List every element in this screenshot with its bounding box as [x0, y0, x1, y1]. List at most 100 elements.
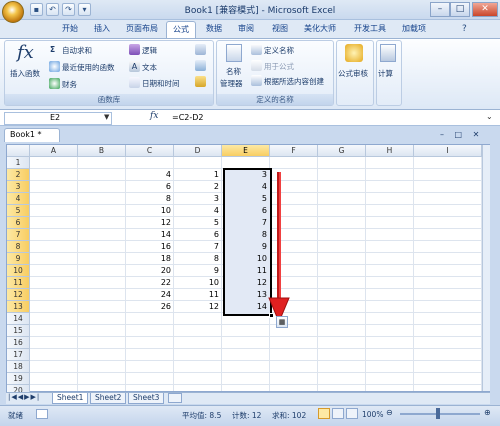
column-header-f[interactable]: F [270, 145, 318, 157]
row-header-2[interactable]: 2 [7, 169, 30, 181]
row-header-1[interactable]: 1 [7, 157, 30, 169]
financial-button[interactable]: 财务 [62, 79, 77, 90]
name-manager-icon[interactable] [226, 44, 242, 62]
create-from-selection-button[interactable]: 根据所选内容创建 [264, 76, 324, 87]
new-sheet-icon[interactable] [168, 393, 182, 403]
row-header-10[interactable]: 10 [7, 265, 30, 277]
cell-d2[interactable]: 1 [174, 169, 219, 181]
name-box-dropdown-icon[interactable]: ▼ [104, 113, 109, 121]
cell-d10[interactable]: 9 [174, 265, 219, 277]
cell-c5[interactable]: 10 [126, 205, 171, 217]
formula-audit-button[interactable]: 公式审核 [338, 68, 368, 79]
column-header-c[interactable]: C [126, 145, 174, 157]
macro-record-icon[interactable] [36, 409, 48, 419]
cell-c11[interactable]: 22 [126, 277, 171, 289]
define-name-button[interactable]: 定义名称 [264, 45, 294, 56]
cell-c3[interactable]: 6 [126, 181, 171, 193]
cell-d7[interactable]: 6 [174, 229, 219, 241]
row-header-19[interactable]: 19 [7, 373, 30, 385]
expand-formula-bar-icon[interactable]: ⌄ [486, 112, 493, 121]
logical-button[interactable]: 逻辑 [142, 45, 157, 56]
undo-icon[interactable]: ↶ [46, 3, 59, 16]
column-header-a[interactable]: A [30, 145, 78, 157]
select-all-corner[interactable] [7, 145, 30, 157]
row-header-16[interactable]: 16 [7, 337, 30, 349]
column-header-h[interactable]: H [366, 145, 414, 157]
tab-data[interactable]: 数据 [200, 21, 228, 38]
office-button[interactable] [2, 1, 24, 23]
tab-formulas[interactable]: 公式 [166, 21, 196, 38]
cell-c12[interactable]: 24 [126, 289, 171, 301]
cell-d5[interactable]: 4 [174, 205, 219, 217]
formula-audit-icon[interactable] [345, 44, 363, 62]
use-in-formula-button[interactable]: 用于公式 [264, 61, 294, 72]
normal-view-icon[interactable] [318, 408, 330, 419]
row-header-6[interactable]: 6 [7, 217, 30, 229]
zoom-in-icon[interactable]: ⊕ [484, 408, 491, 417]
workbook-window-controls[interactable]: – □ ✕ [440, 130, 483, 139]
tab-developer[interactable]: 开发工具 [348, 21, 392, 38]
more-functions-icon[interactable] [195, 76, 206, 87]
minimize-button[interactable]: – [430, 2, 450, 17]
sheet-tab-sheet1[interactable]: Sheet1 [52, 393, 89, 404]
row-header-3[interactable]: 3 [7, 181, 30, 193]
auto-fill-options-icon[interactable]: ▦ [276, 316, 288, 328]
cell-d3[interactable]: 2 [174, 181, 219, 193]
zoom-slider[interactable] [400, 413, 480, 415]
cell-c13[interactable]: 26 [126, 301, 171, 313]
zoom-level[interactable]: 100% [362, 410, 383, 419]
name-manager-label-1[interactable]: 名称 [226, 66, 241, 77]
name-manager-label-2[interactable]: 管理器 [220, 78, 243, 89]
text-button[interactable]: 文本 [142, 62, 157, 73]
column-header-g[interactable]: G [318, 145, 366, 157]
cell-c9[interactable]: 18 [126, 253, 171, 265]
redo-icon[interactable]: ↷ [62, 3, 75, 16]
quick-access-dropdown-icon[interactable]: ▾ [78, 3, 91, 16]
calculator-icon[interactable] [380, 44, 396, 62]
column-header-d[interactable]: D [174, 145, 222, 157]
tab-home[interactable]: 开始 [56, 21, 84, 38]
row-header-13[interactable]: 13 [7, 301, 30, 313]
cell-c10[interactable]: 20 [126, 265, 171, 277]
cell-d6[interactable]: 5 [174, 217, 219, 229]
math-icon[interactable] [195, 60, 206, 71]
row-header-11[interactable]: 11 [7, 277, 30, 289]
page-layout-view-icon[interactable] [332, 408, 344, 419]
cell-d8[interactable]: 7 [174, 241, 219, 253]
cell-d13[interactable]: 12 [174, 301, 219, 313]
cell-d11[interactable]: 10 [174, 277, 219, 289]
cell-c4[interactable]: 8 [126, 193, 171, 205]
cell-c8[interactable]: 16 [126, 241, 171, 253]
vertical-scrollbar[interactable] [482, 145, 490, 391]
tab-review[interactable]: 审阅 [232, 21, 260, 38]
column-header-b[interactable]: B [78, 145, 126, 157]
row-header-8[interactable]: 8 [7, 241, 30, 253]
lookup-icon[interactable] [195, 44, 206, 55]
calculation-button[interactable]: 计算 [378, 68, 393, 79]
row-header-7[interactable]: 7 [7, 229, 30, 241]
sheet-tab-sheet2[interactable]: Sheet2 [90, 393, 127, 404]
row-header-14[interactable]: 14 [7, 313, 30, 325]
zoom-out-icon[interactable]: ⊖ [386, 408, 393, 417]
recent-functions-button[interactable]: 最近使用的函数 [62, 62, 115, 73]
row-header-15[interactable]: 15 [7, 325, 30, 337]
formula-input[interactable]: =C2-D2 [172, 113, 204, 122]
insert-function-fx-icon[interactable]: fx [150, 111, 158, 121]
cell-c2[interactable]: 4 [126, 169, 171, 181]
tab-page-layout[interactable]: 页面布局 [120, 21, 164, 38]
cell-c7[interactable]: 14 [126, 229, 171, 241]
row-header-5[interactable]: 5 [7, 205, 30, 217]
sheet-tab-sheet3[interactable]: Sheet3 [128, 393, 165, 404]
close-button[interactable]: ✕ [472, 2, 498, 17]
tab-view[interactable]: 视图 [266, 21, 294, 38]
page-break-view-icon[interactable] [346, 408, 358, 419]
insert-function-button[interactable]: 插入函数 [10, 68, 40, 79]
row-header-4[interactable]: 4 [7, 193, 30, 205]
column-header-e[interactable]: E [222, 145, 270, 157]
datetime-button[interactable]: 日期和时间 [142, 78, 180, 89]
save-icon[interactable]: ▪ [30, 3, 43, 16]
sheet-nav-arrows[interactable]: |◀◀▶▶| [8, 393, 40, 401]
tab-insert[interactable]: 插入 [88, 21, 116, 38]
help-icon[interactable]: ? [462, 24, 467, 34]
row-header-18[interactable]: 18 [7, 361, 30, 373]
